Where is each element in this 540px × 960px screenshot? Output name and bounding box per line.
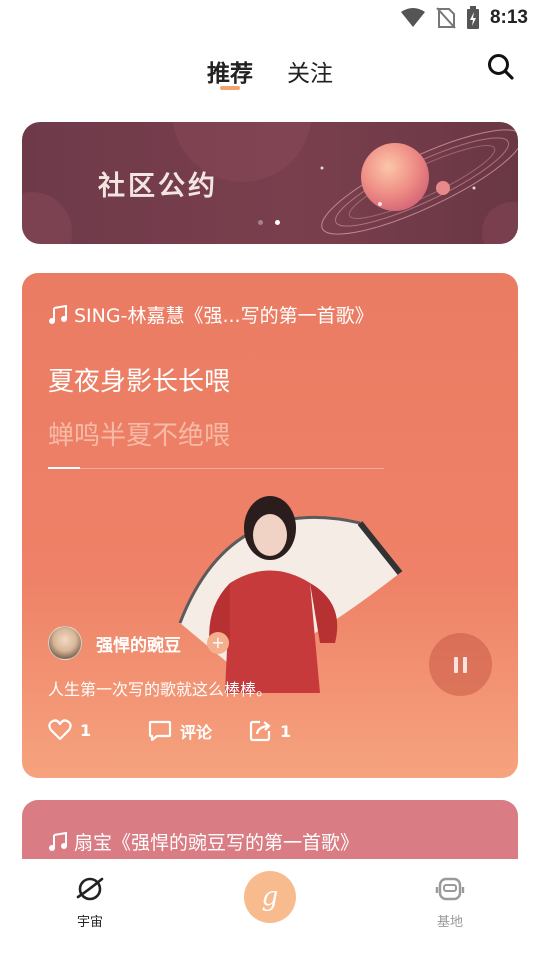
- search-button[interactable]: [486, 52, 516, 82]
- robot-icon: [435, 877, 465, 901]
- pause-icon: [454, 657, 458, 673]
- nav-base[interactable]: 基地: [420, 875, 480, 930]
- nav-universe[interactable]: 宇宙: [60, 875, 120, 930]
- bottom-nav: 宇宙 g 基地: [0, 859, 540, 960]
- status-bar: 8:13: [0, 0, 540, 36]
- post-description: 人生第一次写的歌就这么棒棒。: [48, 680, 273, 699]
- nav-base-label: 基地: [436, 915, 463, 930]
- song-card[interactable]: SING-林嘉慧《强...写的第一首歌》 夏夜身影长长喂 蝉鸣半夏不绝喂 强悍的…: [22, 273, 518, 778]
- tab-following[interactable]: 关注: [287, 54, 333, 88]
- action-bar: 1 评论 1: [48, 719, 348, 749]
- like-button[interactable]: 1: [48, 719, 91, 741]
- song-title: 扇宝《强悍的豌豆写的第一首歌》: [74, 832, 360, 854]
- pause-icon: [463, 657, 467, 673]
- singer-image: [178, 496, 403, 693]
- song-title: SING-林嘉慧《强...写的第一首歌》: [74, 305, 374, 327]
- active-tab-indicator: [220, 86, 240, 90]
- song-title-row[interactable]: SING-林嘉慧《强...写的第一首歌》: [48, 301, 374, 328]
- nav-universe-label: 宇宙: [76, 915, 103, 930]
- search-icon: [488, 54, 514, 80]
- comment-button[interactable]: 评论: [148, 719, 212, 743]
- lyric-progress-track: [48, 468, 384, 469]
- author-row: 强悍的豌豆 +: [48, 626, 229, 660]
- tab-recommend[interactable]: 推荐: [207, 54, 253, 88]
- lyric-next: 蝉鸣半夏不绝喂: [48, 421, 231, 451]
- comment-icon: [148, 720, 172, 742]
- pager-dot-active: [275, 220, 280, 225]
- wifi-icon: [400, 8, 425, 27]
- lyric-current: 夏夜身影长长喂: [48, 367, 231, 397]
- header-tabs: 推荐 关注: [0, 50, 540, 94]
- planet-illustration: [22, 122, 518, 244]
- pause-button[interactable]: [429, 633, 492, 696]
- share-count: 1: [280, 721, 292, 741]
- song-title-row[interactable]: 扇宝《强悍的豌豆写的第一首歌》: [48, 828, 359, 855]
- music-note-icon: [49, 831, 67, 851]
- clock: 8:13: [489, 7, 528, 28]
- lyric-progress-fill: [48, 467, 80, 469]
- heart-icon: [48, 719, 72, 741]
- g-logo-icon: g: [261, 882, 279, 912]
- status-icons: 8:13: [400, 6, 528, 30]
- avatar[interactable]: [48, 626, 82, 660]
- music-note-icon: [49, 304, 67, 324]
- community-banner[interactable]: 社区公约: [22, 122, 518, 244]
- follow-button[interactable]: +: [207, 632, 229, 654]
- battery-icon: [466, 6, 479, 29]
- author-name[interactable]: 强悍的豌豆: [96, 631, 181, 656]
- comment-label: 评论: [180, 723, 213, 742]
- pager-dot: [258, 220, 263, 225]
- banner-pager: [258, 220, 280, 225]
- like-count: 1: [80, 720, 92, 740]
- center-create-button[interactable]: g: [244, 871, 296, 923]
- share-icon: [249, 720, 271, 742]
- no-sim-icon: [436, 7, 456, 29]
- planet-icon: [76, 877, 104, 901]
- share-button[interactable]: 1: [248, 719, 291, 743]
- banner-title: 社区公约: [98, 171, 218, 202]
